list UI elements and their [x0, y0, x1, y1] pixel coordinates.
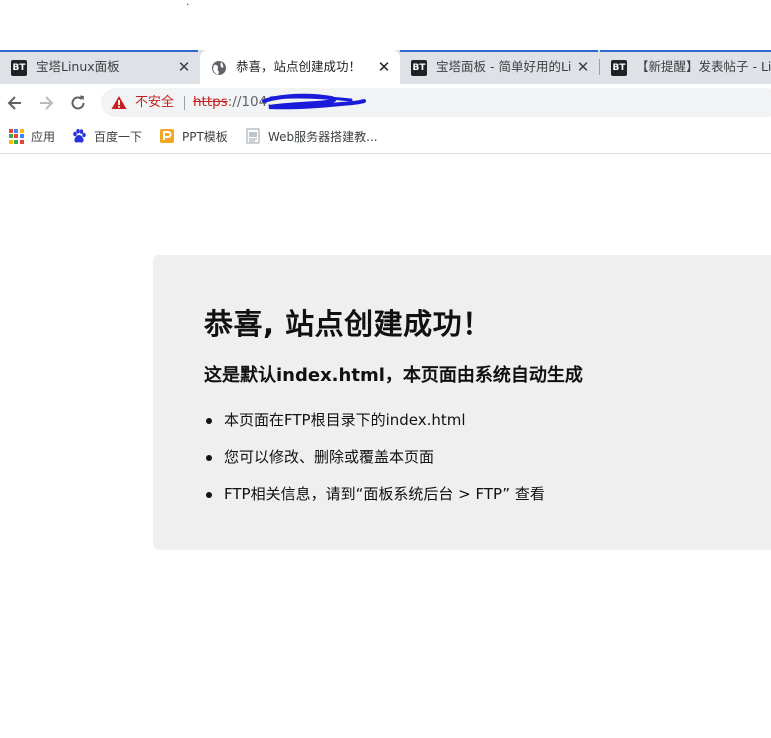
bookmark-baidu[interactable]: 百度一下	[71, 122, 142, 150]
ppt-icon	[159, 128, 175, 144]
reload-icon[interactable]	[68, 93, 88, 113]
bookmark-label: 百度一下	[94, 129, 143, 144]
stray-dot: ·	[186, 0, 190, 11]
close-icon[interactable]: ✕	[376, 59, 392, 75]
tab-forum-post[interactable]: BT 【新提醒】发表帖子 - Lin	[600, 50, 771, 84]
address-bar[interactable]: 不安全 https://104.	[101, 88, 771, 117]
info-list: 本页面在FTP根目录下的index.html 您可以修改、删除或覆盖本页面 FT…	[204, 409, 545, 520]
tab-bt-home[interactable]: BT 宝塔面板 - 简单好用的Lin ✕	[400, 50, 598, 84]
apps-icon	[8, 128, 24, 144]
bt-icon: BT	[611, 60, 627, 76]
close-icon[interactable]: ✕	[176, 59, 192, 75]
tab-bt-panel[interactable]: BT 宝塔Linux面板 ✕	[0, 50, 198, 84]
bookmark-web-server[interactable]: Web服务器搭建教...	[245, 122, 378, 150]
bookmark-ppt[interactable]: PPT模板	[159, 122, 228, 150]
bookmark-label: 应用	[31, 129, 56, 144]
forward-arrow-icon[interactable]	[36, 93, 56, 113]
page-icon	[245, 128, 261, 144]
tab-title: 宝塔Linux面板	[36, 59, 120, 74]
close-icon[interactable]: ✕	[575, 59, 591, 75]
bookmarks-bar: 应用 百度一下 PPT模板 Web服务器搭建教...	[0, 122, 771, 154]
tab-title: 宝塔面板 - 简单好用的Lin	[436, 59, 571, 74]
page-title: 恭喜, 站点创建成功！	[204, 307, 492, 341]
page-subtitle: 这是默认index.html，本页面由系统自动生成	[204, 365, 583, 386]
bookmark-label: PPT模板	[182, 129, 228, 144]
bt-icon: BT	[11, 60, 27, 76]
bookmark-label: Web服务器搭建教...	[268, 129, 378, 144]
not-secure-label[interactable]: 不安全	[135, 88, 174, 117]
omnibox-divider	[184, 96, 185, 110]
globe-icon	[211, 60, 227, 76]
tab-site-success[interactable]: 恭喜，站点创建成功！ ✕	[200, 50, 400, 84]
list-item: 本页面在FTP根目录下的index.html	[204, 409, 545, 446]
warning-icon[interactable]	[111, 95, 127, 110]
content-card: 恭喜, 站点创建成功！ 这是默认index.html，本页面由系统自动生成 本页…	[153, 255, 771, 550]
toolbar: 不安全 https://104.	[0, 84, 771, 122]
tab-title: 【新提醒】发表帖子 - Lin	[636, 59, 771, 74]
tab-title: 恭喜，站点创建成功！	[236, 59, 362, 74]
bt-icon: BT	[411, 60, 427, 76]
url-text[interactable]: https://104.	[193, 88, 271, 117]
tab-strip: BT 宝塔Linux面板 ✕ 恭喜，站点创建成功！ ✕ BT 宝塔面板 - 简单…	[0, 50, 771, 84]
list-item: 您可以修改、删除或覆盖本页面	[204, 446, 545, 483]
redaction-scribble	[262, 93, 366, 110]
list-item: FTP相关信息，请到“面板系统后台 > FTP” 查看	[204, 483, 545, 520]
bookmark-apps[interactable]: 应用	[8, 122, 55, 150]
url-scheme: https	[193, 94, 228, 110]
baidu-paw-icon	[71, 128, 87, 144]
back-arrow-icon[interactable]	[5, 93, 25, 113]
